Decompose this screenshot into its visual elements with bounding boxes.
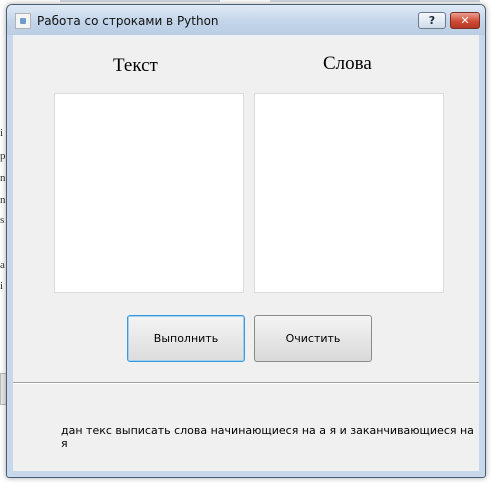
close-button[interactable]: ✕ [450, 12, 480, 29]
run-button-label: Выполнить [153, 332, 219, 345]
words-heading: Слова [323, 53, 372, 74]
clear-button[interactable]: Очистить [254, 315, 372, 362]
background-line [270, 0, 480, 2]
task-description: дан текс выписать слова начинающиеся на … [61, 424, 474, 450]
question-mark-icon: ? [428, 14, 436, 27]
clear-button-label: Очистить [285, 332, 341, 345]
separator-line [13, 382, 479, 384]
window-title: Работа со строками в Python [37, 14, 219, 28]
title-bar[interactable]: Работа со строками в Python ? ✕ [7, 5, 485, 35]
text-input-area[interactable] [54, 93, 244, 293]
client-area: Текст Слова Выполнить Очистить дан текс … [13, 35, 479, 471]
close-icon: ✕ [460, 14, 470, 27]
text-heading: Текст [113, 55, 158, 76]
app-window: Работа со строками в Python ? ✕ Текст Сл… [6, 4, 486, 478]
words-output-area[interactable] [254, 93, 444, 293]
run-button[interactable]: Выполнить [127, 315, 245, 362]
help-button[interactable]: ? [418, 12, 446, 29]
background-line [60, 0, 220, 2]
app-icon [15, 13, 31, 29]
